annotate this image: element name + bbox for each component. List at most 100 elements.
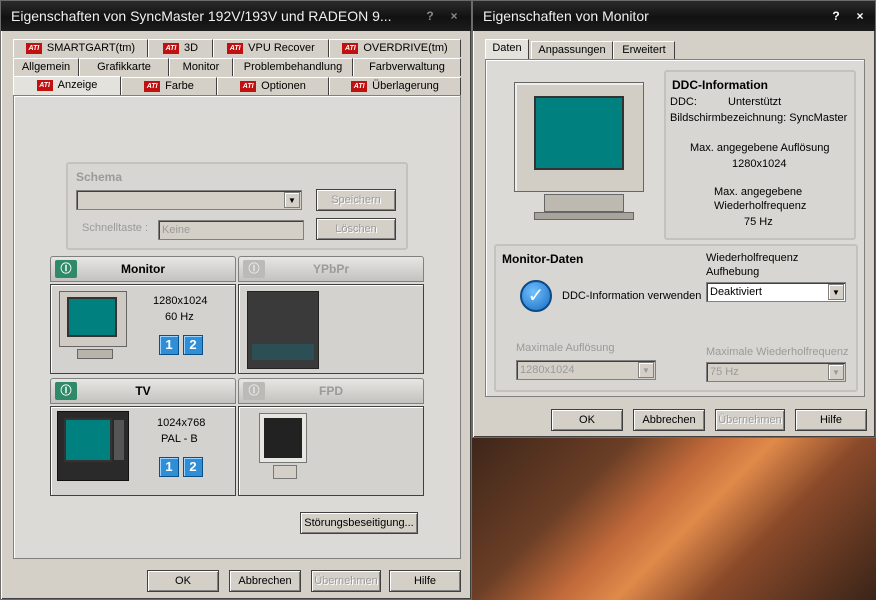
tab-farbe[interactable]: ATI Farbe (121, 77, 217, 95)
help-button[interactable]: Hilfe (389, 570, 461, 592)
ypbpr-tv-icon (247, 291, 319, 369)
tab-daten[interactable]: Daten (485, 39, 529, 59)
tab-allgemein[interactable]: Allgemein (13, 58, 79, 76)
ddc-value: Unterstützt (728, 96, 782, 108)
tab-optionen[interactable]: ATI Optionen (217, 77, 329, 95)
tv-device-box[interactable]: 1024x768 PAL - B 1 2 (50, 406, 236, 496)
ddc-info-group: DDC-Information DDC: Unterstützt Bildsch… (664, 70, 856, 240)
ati-logo-icon: ATI (36, 79, 53, 91)
tab-grafikkarte[interactable]: Grafikkarte (79, 58, 169, 76)
ok-button[interactable]: OK (551, 409, 623, 431)
tab-3d[interactable]: ATI 3D (148, 39, 213, 57)
fpd-device-header[interactable]: Ⓘ FPD (238, 378, 424, 404)
schema-group: Schema ▼ Speichern Schnelltaste : Keine … (66, 162, 408, 250)
checkmark-icon[interactable]: ✓ (520, 280, 552, 312)
schema-title: Schema (76, 170, 123, 184)
ati-logo-icon: ATI (25, 42, 42, 54)
chevron-down-icon[interactable]: ▼ (828, 284, 844, 300)
title-bar: Eigenschaften von Monitor ? × (473, 1, 875, 31)
secondary-display-badge[interactable]: 2 (183, 457, 203, 477)
help-icon[interactable]: ? (421, 8, 439, 24)
hotkey-label: Schnelltaste : (82, 222, 149, 234)
chevron-down-icon[interactable]: ▼ (638, 362, 654, 378)
schema-select[interactable]: ▼ (76, 190, 302, 210)
apply-button[interactable]: Übernehmen (715, 409, 785, 431)
monitor-refresh: 60 Hz (165, 311, 194, 323)
display-properties-window: Eigenschaften von SyncMaster 192V/193V u… (0, 0, 472, 600)
tab-smartgart[interactable]: ATI SMARTGART(tm) (13, 39, 148, 57)
ati-logo-icon: ATI (144, 80, 161, 92)
ati-logo-icon: ATI (240, 80, 257, 92)
max-res-value: 1280x1024 (732, 158, 787, 170)
chevron-down-icon[interactable]: ▼ (284, 192, 300, 208)
tv-standard: PAL - B (161, 433, 198, 445)
max-freq-value: 75 Hz (744, 216, 773, 228)
primary-display-badge[interactable]: 1 (159, 335, 179, 355)
tab-overdrive[interactable]: ATI OVERDRIVE(tm) (329, 39, 461, 57)
max-freq-label: Max. angegebene (714, 186, 803, 198)
tab-ueberlagerung[interactable]: ATI Überlagerung (329, 77, 461, 95)
max-refresh-select[interactable]: 75 Hz ▼ (706, 362, 846, 382)
monitor-data-title: Monitor-Daten (502, 252, 584, 266)
power-icon[interactable]: Ⓘ (55, 260, 77, 278)
flat-panel-icon (259, 413, 311, 485)
screen-name: Bildschirmbezeichnung: SyncMaster (670, 112, 848, 124)
troubleshoot-button[interactable]: Störungsbeseitigung... (300, 512, 418, 534)
ati-logo-icon: ATI (227, 42, 244, 54)
ok-button[interactable]: OK (147, 570, 219, 592)
tab-monitor[interactable]: Monitor (169, 58, 233, 76)
help-icon[interactable]: ? (827, 8, 845, 24)
monitor-device-box[interactable]: 1280x1024 60 Hz 1 2 (50, 284, 236, 374)
cancel-button[interactable]: Abbrechen (633, 409, 705, 431)
tab-anzeige[interactable]: ATI Anzeige (13, 76, 121, 96)
apply-button[interactable]: Übernehmen (311, 570, 381, 592)
title-bar: Eigenschaften von SyncMaster 192V/193V u… (1, 1, 471, 31)
ati-logo-icon: ATI (342, 42, 359, 54)
max-freq-label-2: Wiederholfrequenz (714, 200, 807, 212)
tab-farbverwaltung[interactable]: Farbverwaltung (353, 58, 461, 76)
hotkey-input[interactable]: Keine (158, 220, 304, 240)
cancel-button[interactable]: Abbrechen (229, 570, 301, 592)
anzeige-panel: Schema ▼ Speichern Schnelltaste : Keine … (13, 95, 461, 559)
monitor-data-group: Monitor-Daten ✓ DDC-Information verwende… (494, 244, 858, 392)
refresh-override-label-2: Aufhebung (706, 266, 760, 278)
power-icon[interactable]: Ⓘ (243, 260, 265, 278)
desktop-wallpaper (466, 430, 876, 600)
save-button[interactable]: Speichern (316, 189, 396, 211)
ddc-title: DDC-Information (672, 78, 768, 92)
crt-monitor-icon (514, 82, 664, 232)
tab-anpassungen[interactable]: Anpassungen (531, 41, 613, 59)
ypbpr-device-header[interactable]: Ⓘ YPbPr (238, 256, 424, 282)
monitor-device-header[interactable]: Ⓘ Monitor (50, 256, 236, 282)
close-icon[interactable]: × (851, 8, 869, 24)
max-refresh-label: Maximale Wiederholfrequenz (706, 346, 849, 358)
delete-button[interactable]: Löschen (316, 218, 396, 240)
ati-logo-icon: ATI (351, 80, 368, 92)
window-title: Eigenschaften von SyncMaster 192V/193V u… (11, 8, 392, 24)
primary-display-badge[interactable]: 1 (159, 457, 179, 477)
tv-resolution: 1024x768 (157, 417, 206, 429)
use-ddc-label[interactable]: DDC-Information verwenden (562, 290, 701, 302)
max-res-label: Max. angegebene Auflösung (690, 142, 830, 154)
ypbpr-device-box[interactable] (238, 284, 424, 374)
chevron-down-icon[interactable]: ▼ (828, 364, 844, 380)
ddc-label: DDC: (670, 96, 697, 108)
refresh-override-label: Wiederholfrequenz (706, 252, 799, 264)
tab-erweitert[interactable]: Erweitert (613, 41, 675, 59)
monitor-icon (59, 291, 131, 363)
close-icon[interactable]: × (445, 8, 463, 24)
secondary-display-badge[interactable]: 2 (183, 335, 203, 355)
monitor-properties-window: Eigenschaften von Monitor ? × Daten Anpa… (472, 0, 876, 438)
daten-panel: DDC-Information DDC: Unterstützt Bildsch… (485, 59, 865, 397)
help-button[interactable]: Hilfe (795, 409, 867, 431)
max-resolution-select[interactable]: 1280x1024 ▼ (516, 360, 656, 380)
tab-problembehandlung[interactable]: Problembehandlung (233, 58, 353, 76)
power-icon[interactable]: Ⓘ (55, 382, 77, 400)
monitor-resolution: 1280x1024 (153, 295, 208, 307)
tab-vpu-recover[interactable]: ATI VPU Recover (213, 39, 329, 57)
tv-device-header[interactable]: Ⓘ TV (50, 378, 236, 404)
power-icon[interactable]: Ⓘ (243, 382, 265, 400)
refresh-override-select[interactable]: Deaktiviert ▼ (706, 282, 846, 302)
fpd-device-box[interactable] (238, 406, 424, 496)
window-title: Eigenschaften von Monitor (483, 8, 649, 24)
